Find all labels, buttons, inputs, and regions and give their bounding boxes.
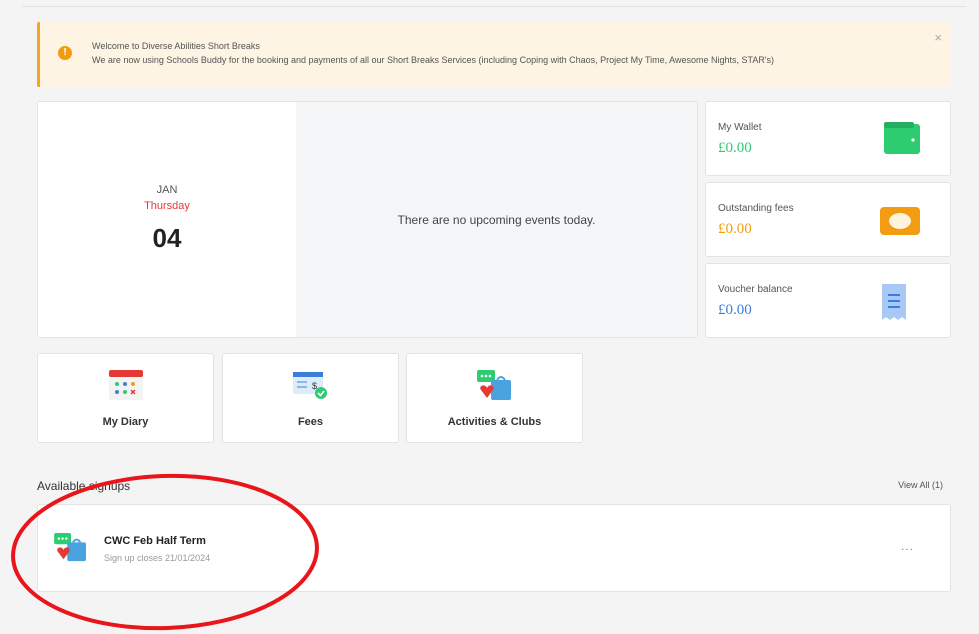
calendar-month: JAN bbox=[156, 184, 178, 196]
fees-tile[interactable]: $ Fees bbox=[222, 353, 399, 443]
signup-title: CWC Feb Half Term bbox=[104, 535, 206, 547]
wallet-amount: £0.00 bbox=[718, 140, 752, 156]
voucher-label: Voucher balance bbox=[718, 284, 793, 295]
my-diary-tile[interactable]: My Diary bbox=[37, 353, 214, 443]
banner-title: Welcome to Diverse Abilities Short Break… bbox=[92, 41, 260, 51]
cash-icon bbox=[880, 207, 920, 240]
view-all-link[interactable]: View All (1) bbox=[898, 480, 943, 490]
signup-closing-date: Sign up closes 21/01/2024 bbox=[104, 553, 211, 563]
close-icon[interactable]: × bbox=[934, 30, 942, 45]
receipt-icon bbox=[882, 284, 906, 325]
calendar-date: 04 bbox=[152, 223, 182, 253]
date-panel: JAN Thursday 04 bbox=[38, 102, 296, 337]
activities-clubs-label: Activities & Clubs bbox=[447, 416, 542, 428]
calendar-icon bbox=[108, 370, 143, 405]
top-divider bbox=[22, 6, 966, 7]
no-events-text: There are no upcoming events today. bbox=[397, 212, 596, 227]
events-panel: There are no upcoming events today. bbox=[296, 102, 697, 337]
calendar-weekday: Thursday bbox=[144, 200, 190, 212]
fees-label: Fees bbox=[297, 416, 324, 428]
available-signups-title: Available signups bbox=[37, 479, 131, 493]
banner-text: We are now using Schools Buddy for the b… bbox=[92, 55, 775, 65]
my-diary-label: My Diary bbox=[102, 416, 149, 428]
outstanding-fees-card[interactable]: Outstanding fees £0.00 bbox=[705, 182, 951, 257]
signup-item[interactable]: CWC Feb Half Term Sign up closes 21/01/2… bbox=[37, 504, 951, 592]
wallet-label: My Wallet bbox=[718, 122, 762, 133]
activities-icon bbox=[476, 370, 513, 407]
my-wallet-card[interactable]: My Wallet £0.00 bbox=[705, 101, 951, 176]
more-options-icon[interactable]: ... bbox=[901, 539, 914, 553]
fees-icon: $ bbox=[292, 370, 329, 405]
voucher-balance-card[interactable]: Voucher balance £0.00 bbox=[705, 263, 951, 338]
outstanding-label: Outstanding fees bbox=[718, 203, 794, 214]
outstanding-amount: £0.00 bbox=[718, 221, 752, 237]
activities-clubs-tile[interactable]: Activities & Clubs bbox=[406, 353, 583, 443]
voucher-amount: £0.00 bbox=[718, 302, 752, 318]
activities-icon bbox=[54, 533, 88, 568]
calendar-card: JAN Thursday 04 There are no upcoming ev… bbox=[37, 101, 698, 338]
wallet-icon bbox=[884, 122, 920, 159]
warning-icon: ! bbox=[58, 46, 72, 60]
welcome-banner: ! Welcome to Diverse Abilities Short Bre… bbox=[37, 22, 950, 87]
